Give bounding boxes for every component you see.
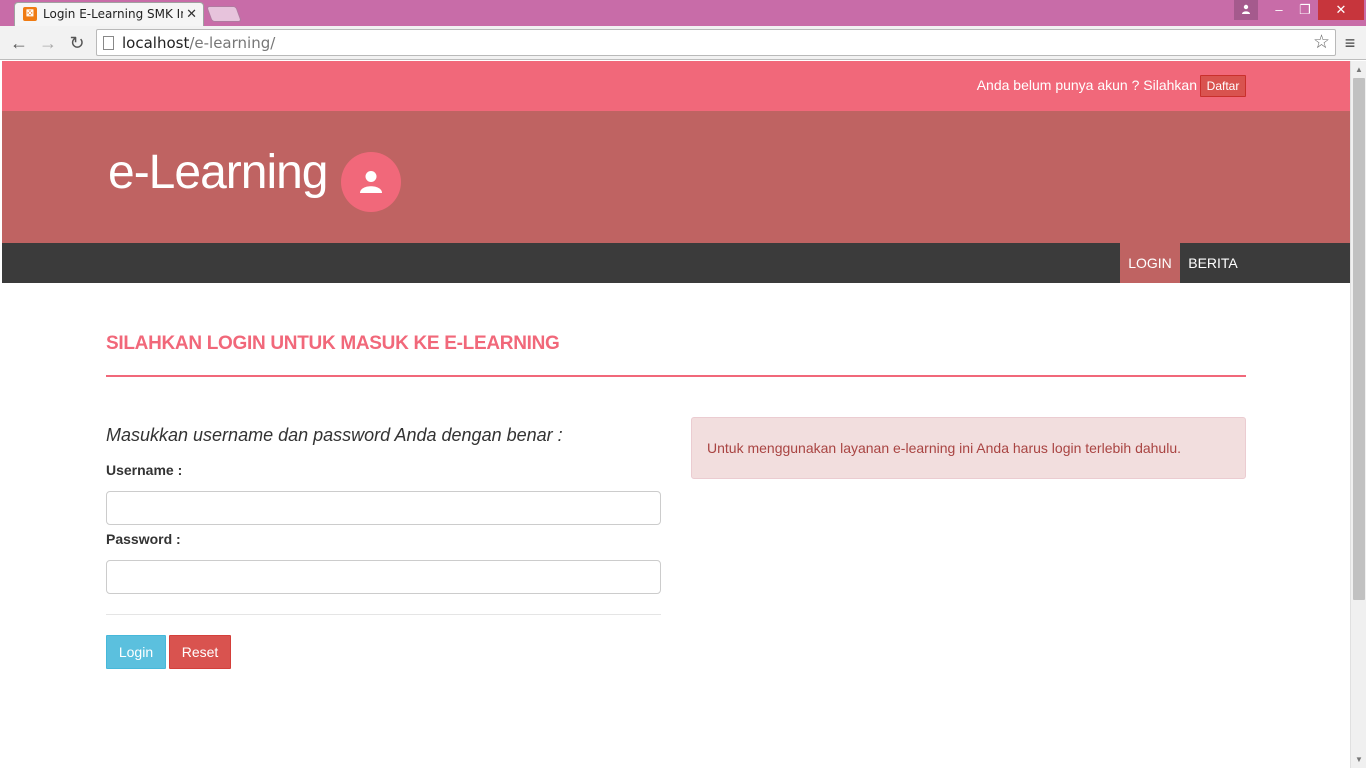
new-tab-button[interactable] (206, 6, 242, 22)
window-titlebar: ⊠ Login E-Learning SMK Indonesia ✕ – ❐ ✕ (0, 0, 1366, 26)
user-profile-icon[interactable] (1234, 0, 1258, 20)
scroll-thumb[interactable] (1353, 78, 1365, 600)
password-input[interactable] (106, 560, 661, 594)
close-window-icon[interactable]: ✕ (1318, 0, 1364, 20)
user-icon (360, 171, 382, 193)
page-scrollbar[interactable]: ▲ ▼ (1350, 61, 1366, 768)
tab-title: Login E-Learning SMK Indonesia (43, 7, 183, 21)
scroll-down-icon[interactable]: ▼ (1355, 755, 1363, 764)
browser-toolbar: ← → ↻ localhost/e-learning/ ☆ ≡ (0, 26, 1366, 60)
reset-button[interactable]: Reset (169, 635, 231, 669)
title-divider (106, 375, 1246, 377)
reload-icon[interactable]: ↻ (65, 31, 89, 55)
login-required-alert: Untuk menggunakan layanan e-learning ini… (691, 417, 1246, 479)
url-text: localhost/e-learning/ (122, 34, 276, 52)
nav-item-login[interactable]: LOGIN (1120, 243, 1180, 283)
maximize-icon[interactable]: ❐ (1292, 0, 1318, 20)
back-arrow-icon[interactable]: ← (7, 31, 31, 55)
menu-icon[interactable]: ≡ (1340, 31, 1360, 55)
minimize-icon[interactable]: – (1266, 0, 1292, 20)
main-navbar: LOGIN BERITA (2, 243, 1350, 283)
register-button[interactable]: Daftar (1200, 75, 1246, 97)
page-viewport: Anda belum punya akun ? Silahkan Daftar … (2, 61, 1350, 768)
xampp-icon: ⊠ (23, 7, 37, 21)
form-divider (106, 614, 661, 615)
site-header: e-Learning (2, 111, 1350, 243)
browser-tab[interactable]: ⊠ Login E-Learning SMK Indonesia ✕ (14, 2, 204, 26)
nav-item-berita[interactable]: BERITA (1180, 243, 1246, 283)
site-brand[interactable]: e-Learning (108, 145, 328, 200)
password-label: Password : (106, 531, 181, 547)
top-bar: Anda belum punya akun ? Silahkan Daftar (2, 61, 1350, 111)
address-bar[interactable]: localhost/e-learning/ ☆ (96, 29, 1336, 56)
login-button[interactable]: Login (106, 635, 166, 669)
bookmark-star-icon[interactable]: ☆ (1313, 31, 1330, 54)
username-input[interactable] (106, 491, 661, 525)
page-title: SILAHKAN LOGIN UNTUK MASUK KE E-LEARNING (106, 333, 560, 354)
close-tab-icon[interactable]: ✕ (186, 6, 197, 22)
forward-arrow-icon[interactable]: → (36, 31, 60, 55)
login-instruction: Masukkan username dan password Anda deng… (106, 425, 563, 445)
scroll-up-icon[interactable]: ▲ (1355, 65, 1363, 74)
page-icon (103, 36, 114, 50)
register-prompt: Anda belum punya akun ? Silahkan (976, 77, 1197, 93)
user-icon-badge (341, 152, 401, 212)
username-label: Username : (106, 462, 183, 478)
